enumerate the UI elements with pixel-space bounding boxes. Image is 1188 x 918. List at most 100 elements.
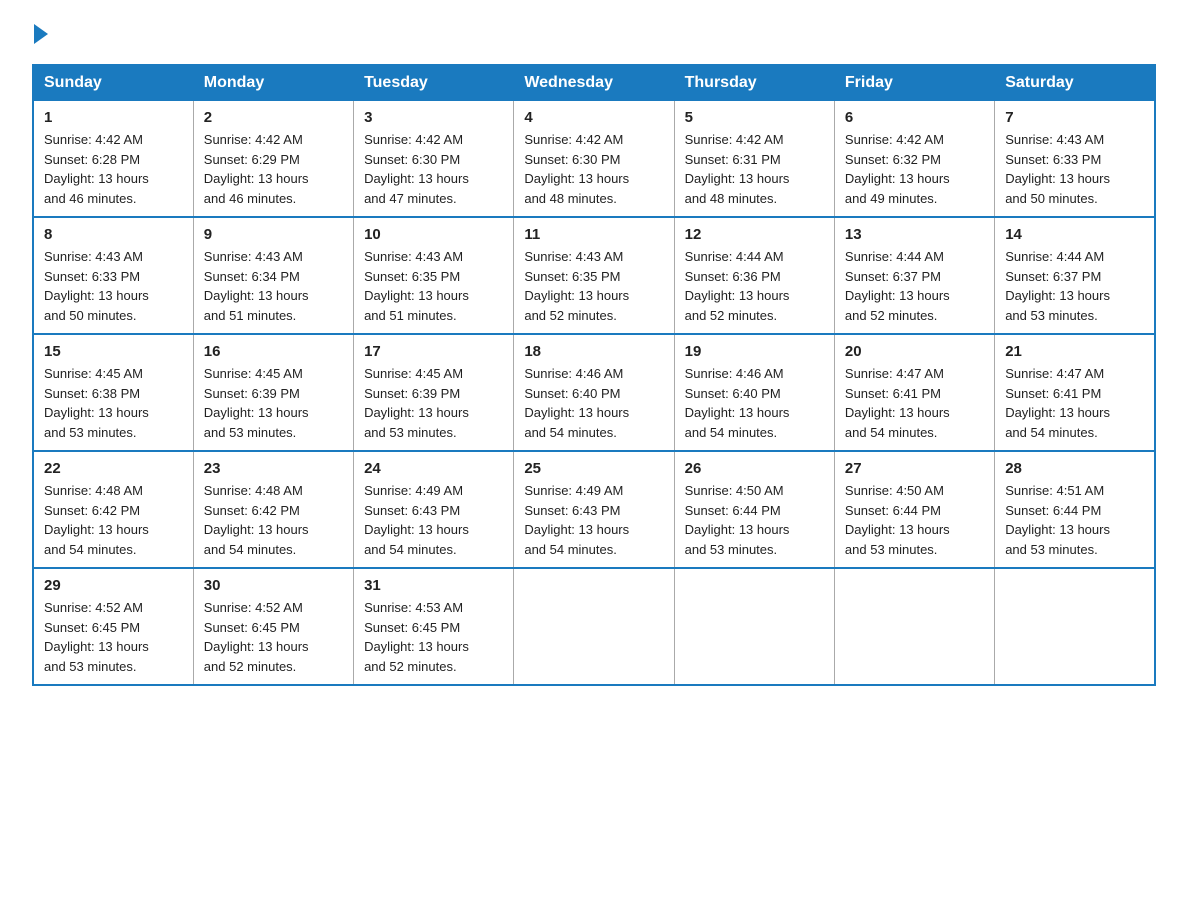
- calendar-cell: 7 Sunrise: 4:43 AMSunset: 6:33 PMDayligh…: [995, 101, 1155, 218]
- calendar-cell: 28 Sunrise: 4:51 AMSunset: 6:44 PMDaylig…: [995, 451, 1155, 568]
- calendar-cell: 30 Sunrise: 4:52 AMSunset: 6:45 PMDaylig…: [193, 568, 353, 685]
- weekday-header-tuesday: Tuesday: [354, 65, 514, 101]
- calendar-cell: [995, 568, 1155, 685]
- day-number: 16: [204, 343, 343, 360]
- weekday-header-monday: Monday: [193, 65, 353, 101]
- day-number: 5: [685, 109, 824, 126]
- day-info: Sunrise: 4:42 AMSunset: 6:29 PMDaylight:…: [204, 130, 343, 208]
- day-info: Sunrise: 4:42 AMSunset: 6:31 PMDaylight:…: [685, 130, 824, 208]
- day-number: 15: [44, 343, 183, 360]
- day-number: 25: [524, 460, 663, 477]
- day-info: Sunrise: 4:42 AMSunset: 6:32 PMDaylight:…: [845, 130, 984, 208]
- calendar-cell: 12 Sunrise: 4:44 AMSunset: 6:36 PMDaylig…: [674, 217, 834, 334]
- day-info: Sunrise: 4:42 AMSunset: 6:30 PMDaylight:…: [524, 130, 663, 208]
- day-info: Sunrise: 4:42 AMSunset: 6:30 PMDaylight:…: [364, 130, 503, 208]
- day-info: Sunrise: 4:49 AMSunset: 6:43 PMDaylight:…: [364, 481, 503, 559]
- calendar-cell: 9 Sunrise: 4:43 AMSunset: 6:34 PMDayligh…: [193, 217, 353, 334]
- day-info: Sunrise: 4:46 AMSunset: 6:40 PMDaylight:…: [524, 364, 663, 442]
- day-number: 7: [1005, 109, 1144, 126]
- day-info: Sunrise: 4:52 AMSunset: 6:45 PMDaylight:…: [204, 598, 343, 676]
- day-number: 9: [204, 226, 343, 243]
- page-header: [32, 24, 1156, 48]
- weekday-header-thursday: Thursday: [674, 65, 834, 101]
- calendar-cell: 1 Sunrise: 4:42 AMSunset: 6:28 PMDayligh…: [33, 101, 193, 218]
- day-info: Sunrise: 4:48 AMSunset: 6:42 PMDaylight:…: [44, 481, 183, 559]
- calendar-cell: 2 Sunrise: 4:42 AMSunset: 6:29 PMDayligh…: [193, 101, 353, 218]
- day-number: 26: [685, 460, 824, 477]
- calendar-cell: 3 Sunrise: 4:42 AMSunset: 6:30 PMDayligh…: [354, 101, 514, 218]
- calendar-cell: 10 Sunrise: 4:43 AMSunset: 6:35 PMDaylig…: [354, 217, 514, 334]
- calendar-cell: 15 Sunrise: 4:45 AMSunset: 6:38 PMDaylig…: [33, 334, 193, 451]
- logo: [32, 24, 48, 48]
- day-info: Sunrise: 4:49 AMSunset: 6:43 PMDaylight:…: [524, 481, 663, 559]
- day-info: Sunrise: 4:44 AMSunset: 6:36 PMDaylight:…: [685, 247, 824, 325]
- day-info: Sunrise: 4:42 AMSunset: 6:28 PMDaylight:…: [44, 130, 183, 208]
- day-number: 20: [845, 343, 984, 360]
- calendar-cell: 16 Sunrise: 4:45 AMSunset: 6:39 PMDaylig…: [193, 334, 353, 451]
- calendar-cell: 17 Sunrise: 4:45 AMSunset: 6:39 PMDaylig…: [354, 334, 514, 451]
- calendar-week-row: 15 Sunrise: 4:45 AMSunset: 6:38 PMDaylig…: [33, 334, 1155, 451]
- calendar-week-row: 29 Sunrise: 4:52 AMSunset: 6:45 PMDaylig…: [33, 568, 1155, 685]
- calendar-cell: 27 Sunrise: 4:50 AMSunset: 6:44 PMDaylig…: [834, 451, 994, 568]
- day-number: 11: [524, 226, 663, 243]
- day-info: Sunrise: 4:50 AMSunset: 6:44 PMDaylight:…: [845, 481, 984, 559]
- day-number: 8: [44, 226, 183, 243]
- day-info: Sunrise: 4:52 AMSunset: 6:45 PMDaylight:…: [44, 598, 183, 676]
- calendar-week-row: 1 Sunrise: 4:42 AMSunset: 6:28 PMDayligh…: [33, 101, 1155, 218]
- day-info: Sunrise: 4:48 AMSunset: 6:42 PMDaylight:…: [204, 481, 343, 559]
- day-number: 18: [524, 343, 663, 360]
- calendar-cell: 26 Sunrise: 4:50 AMSunset: 6:44 PMDaylig…: [674, 451, 834, 568]
- calendar-cell: 19 Sunrise: 4:46 AMSunset: 6:40 PMDaylig…: [674, 334, 834, 451]
- day-number: 17: [364, 343, 503, 360]
- day-info: Sunrise: 4:43 AMSunset: 6:33 PMDaylight:…: [1005, 130, 1144, 208]
- day-info: Sunrise: 4:53 AMSunset: 6:45 PMDaylight:…: [364, 598, 503, 676]
- day-info: Sunrise: 4:45 AMSunset: 6:38 PMDaylight:…: [44, 364, 183, 442]
- calendar-cell: 13 Sunrise: 4:44 AMSunset: 6:37 PMDaylig…: [834, 217, 994, 334]
- weekday-header-wednesday: Wednesday: [514, 65, 674, 101]
- calendar-cell: 29 Sunrise: 4:52 AMSunset: 6:45 PMDaylig…: [33, 568, 193, 685]
- logo-triangle-icon: [34, 24, 48, 44]
- day-number: 21: [1005, 343, 1144, 360]
- calendar-cell: 23 Sunrise: 4:48 AMSunset: 6:42 PMDaylig…: [193, 451, 353, 568]
- calendar-cell: 6 Sunrise: 4:42 AMSunset: 6:32 PMDayligh…: [834, 101, 994, 218]
- calendar-week-row: 22 Sunrise: 4:48 AMSunset: 6:42 PMDaylig…: [33, 451, 1155, 568]
- calendar-cell: 22 Sunrise: 4:48 AMSunset: 6:42 PMDaylig…: [33, 451, 193, 568]
- day-number: 22: [44, 460, 183, 477]
- calendar-cell: 25 Sunrise: 4:49 AMSunset: 6:43 PMDaylig…: [514, 451, 674, 568]
- calendar-cell: 5 Sunrise: 4:42 AMSunset: 6:31 PMDayligh…: [674, 101, 834, 218]
- weekday-header-row: SundayMondayTuesdayWednesdayThursdayFrid…: [33, 65, 1155, 101]
- day-number: 30: [204, 577, 343, 594]
- calendar-cell: 20 Sunrise: 4:47 AMSunset: 6:41 PMDaylig…: [834, 334, 994, 451]
- day-info: Sunrise: 4:43 AMSunset: 6:34 PMDaylight:…: [204, 247, 343, 325]
- day-number: 29: [44, 577, 183, 594]
- day-info: Sunrise: 4:51 AMSunset: 6:44 PMDaylight:…: [1005, 481, 1144, 559]
- day-number: 1: [44, 109, 183, 126]
- weekday-header-sunday: Sunday: [33, 65, 193, 101]
- day-number: 10: [364, 226, 503, 243]
- calendar-cell: 31 Sunrise: 4:53 AMSunset: 6:45 PMDaylig…: [354, 568, 514, 685]
- day-info: Sunrise: 4:43 AMSunset: 6:33 PMDaylight:…: [44, 247, 183, 325]
- calendar-cell: 18 Sunrise: 4:46 AMSunset: 6:40 PMDaylig…: [514, 334, 674, 451]
- weekday-header-saturday: Saturday: [995, 65, 1155, 101]
- day-number: 13: [845, 226, 984, 243]
- calendar-week-row: 8 Sunrise: 4:43 AMSunset: 6:33 PMDayligh…: [33, 217, 1155, 334]
- weekday-header-friday: Friday: [834, 65, 994, 101]
- day-number: 14: [1005, 226, 1144, 243]
- calendar-cell: [834, 568, 994, 685]
- calendar-cell: 24 Sunrise: 4:49 AMSunset: 6:43 PMDaylig…: [354, 451, 514, 568]
- day-info: Sunrise: 4:47 AMSunset: 6:41 PMDaylight:…: [845, 364, 984, 442]
- logo-area: [32, 24, 48, 48]
- day-info: Sunrise: 4:46 AMSunset: 6:40 PMDaylight:…: [685, 364, 824, 442]
- day-info: Sunrise: 4:45 AMSunset: 6:39 PMDaylight:…: [204, 364, 343, 442]
- day-info: Sunrise: 4:50 AMSunset: 6:44 PMDaylight:…: [685, 481, 824, 559]
- calendar-cell: 14 Sunrise: 4:44 AMSunset: 6:37 PMDaylig…: [995, 217, 1155, 334]
- day-number: 19: [685, 343, 824, 360]
- day-info: Sunrise: 4:47 AMSunset: 6:41 PMDaylight:…: [1005, 364, 1144, 442]
- calendar-cell: [674, 568, 834, 685]
- day-info: Sunrise: 4:43 AMSunset: 6:35 PMDaylight:…: [524, 247, 663, 325]
- day-number: 31: [364, 577, 503, 594]
- day-number: 2: [204, 109, 343, 126]
- calendar-cell: 11 Sunrise: 4:43 AMSunset: 6:35 PMDaylig…: [514, 217, 674, 334]
- day-number: 27: [845, 460, 984, 477]
- calendar-cell: 4 Sunrise: 4:42 AMSunset: 6:30 PMDayligh…: [514, 101, 674, 218]
